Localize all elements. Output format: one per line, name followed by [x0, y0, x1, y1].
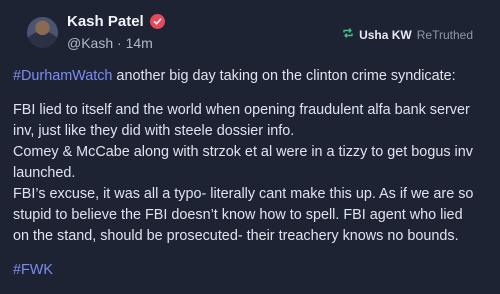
handle-row: @Kash · 14m: [67, 35, 153, 51]
intro-text: another big day taking on the clinton cr…: [112, 68, 456, 84]
post-time[interactable]: 14m: [126, 35, 153, 51]
separator-dot: ·: [117, 35, 126, 51]
verified-badge-icon: [149, 14, 165, 29]
body-line: Comey & McCabe along with strzok et al w…: [13, 144, 473, 160]
retruth-user[interactable]: Usha KW: [359, 28, 412, 42]
author-name[interactable]: Kash Patel: [67, 13, 144, 30]
post-header: Kash Patel @Kash · 14m Usha KW ReTruthed: [14, 0, 486, 70]
truth-post: Kash Patel @Kash · 14m Usha KW ReTruthed: [0, 0, 500, 285]
body-line: stupid to believe the FBI doesn’t know h…: [13, 207, 463, 223]
retruth-icon: [342, 27, 354, 42]
post-content: #DurhamWatch another big day taking on t…: [13, 66, 490, 294]
retruth-label: ReTruthed: [416, 27, 473, 42]
intro-paragraph: #DurhamWatch another big day taking on t…: [13, 66, 490, 87]
body-line: FBI’s excuse, it was all a typo- literal…: [13, 186, 474, 202]
body-line: on the stand, should be prosecuted- thei…: [13, 228, 459, 244]
body-paragraph: FBI lied to itself and the world when op…: [13, 100, 490, 247]
hashtag-durhamwatch[interactable]: #DurhamWatch: [13, 68, 112, 84]
hashtag-fwk[interactable]: #FWK: [13, 262, 53, 278]
retruth-indicator: Usha KW ReTruthed: [342, 27, 473, 42]
avatar[interactable]: [27, 17, 58, 48]
author-handle[interactable]: @Kash: [67, 35, 113, 51]
body-line: inv, just like they did with steele doss…: [13, 123, 295, 139]
footer-paragraph: #FWK: [13, 260, 490, 281]
author-row: Kash Patel: [67, 13, 165, 30]
body-line: FBI lied to itself and the world when op…: [13, 102, 470, 118]
body-line: launched.: [13, 165, 76, 181]
